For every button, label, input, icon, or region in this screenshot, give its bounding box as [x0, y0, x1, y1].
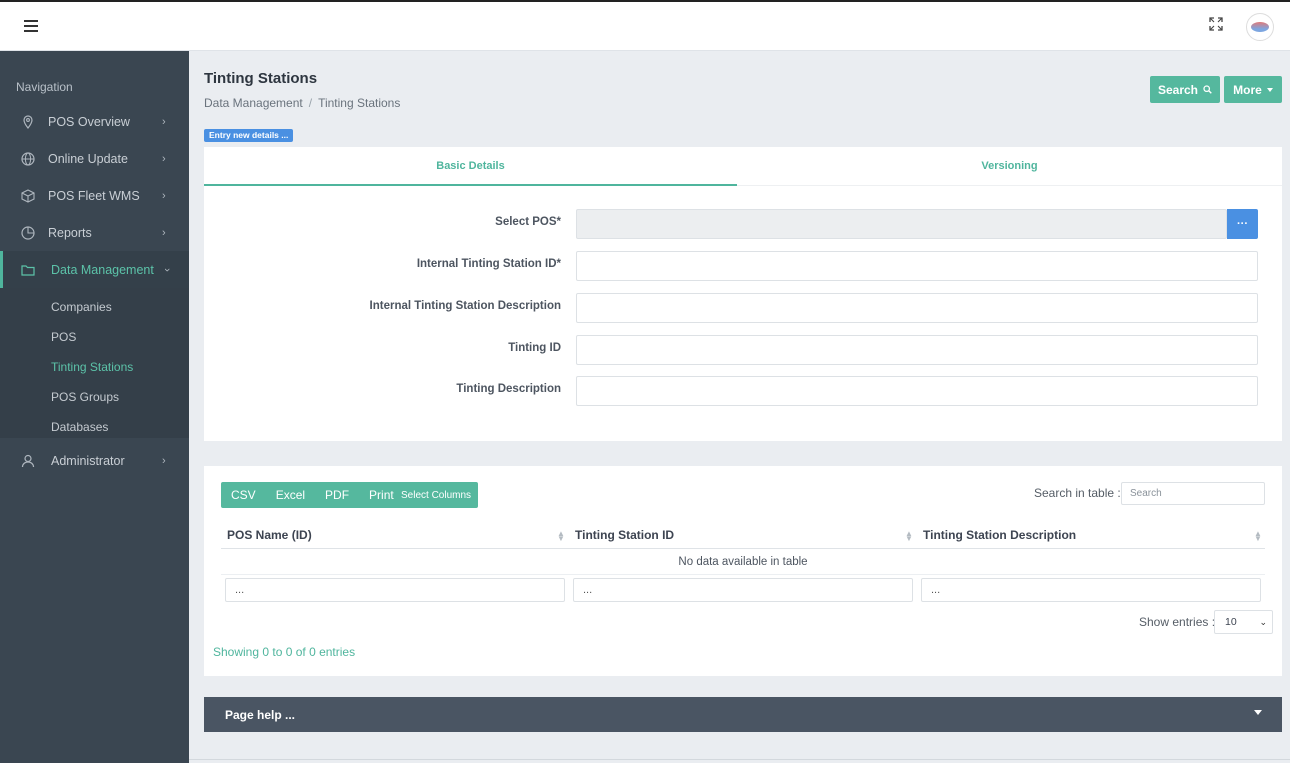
csv-button[interactable]: CSV	[221, 482, 266, 508]
form-card: Basic Details Versioning Select POS* ···…	[204, 147, 1282, 441]
sort-icon[interactable]: ▲ ▼	[1254, 530, 1262, 543]
breadcrumb-item: Tinting Stations	[318, 96, 401, 110]
internal-tinting-station-description-input[interactable]	[576, 293, 1258, 323]
caret-down-icon	[1254, 710, 1262, 715]
avatar[interactable]	[1246, 13, 1274, 41]
field-label: Tinting ID	[508, 342, 561, 354]
chevron-right-icon: ›	[162, 152, 166, 165]
hamburger-icon[interactable]	[24, 20, 38, 32]
field-label: Internal Tinting Station Description	[369, 300, 561, 312]
table-search-label: Search in table :	[1034, 486, 1121, 500]
page-help-panel[interactable]: Page help ...	[204, 697, 1282, 732]
column-header-tinting-station-description[interactable]: Tinting Station Description	[923, 528, 1076, 542]
empty-table-message: No data available in table	[678, 556, 808, 568]
header-divider	[221, 548, 1265, 549]
sort-icon[interactable]: ▲ ▼	[557, 530, 565, 543]
pdf-button[interactable]: PDF	[315, 482, 360, 508]
excel-button[interactable]: Excel	[265, 482, 316, 508]
show-entries-value: 10	[1225, 616, 1237, 628]
box-icon	[21, 188, 35, 203]
user-icon	[21, 454, 35, 468]
field-label: Tinting Description	[456, 383, 561, 395]
chevron-right-icon: ›	[162, 226, 166, 239]
row-divider	[221, 574, 1265, 575]
top-bar	[0, 0, 1290, 51]
filter-tinting-station-id-input[interactable]: ...	[573, 578, 913, 602]
search-button[interactable]: Search	[1150, 76, 1220, 103]
table-card: CSV Excel PDF Print Select Columns Searc…	[204, 466, 1282, 676]
nav-title: Navigation	[16, 80, 73, 94]
chevron-right-icon: ›	[162, 454, 166, 467]
sidebar-item-label: POS Fleet WMS	[48, 188, 140, 203]
chevron-right-icon: ›	[162, 189, 166, 202]
field-label: Internal Tinting Station ID*	[416, 258, 561, 270]
sidebar-item-label: Reports	[48, 225, 92, 240]
sidebar-subitem-companies[interactable]: Companies	[51, 300, 112, 314]
export-button-group: CSV Excel PDF Print	[221, 482, 404, 508]
column-header-tinting-station-id[interactable]: Tinting Station ID	[575, 528, 674, 542]
sidebar-subitem-pos[interactable]: POS	[51, 330, 76, 344]
sidebar-submenu: Companies POS Tinting Stations POS Group…	[0, 288, 189, 438]
fullscreen-icon[interactable]	[1209, 17, 1223, 31]
filter-pos-name-input[interactable]: ...	[225, 578, 565, 602]
showing-entries-info: Showing 0 to 0 of 0 entries	[213, 645, 356, 659]
pos-picker-button[interactable]: ···	[1227, 209, 1258, 239]
internal-tinting-station-id-input[interactable]	[576, 251, 1258, 281]
sidebar-item-reports[interactable]: Reports ›	[0, 214, 189, 251]
sidebar-subitem-databases[interactable]: Databases	[51, 420, 108, 434]
select-pos-field[interactable]	[576, 209, 1227, 239]
footer-divider	[189, 759, 1290, 760]
globe-icon	[21, 151, 35, 166]
sidebar-item-online-update[interactable]: Online Update ›	[0, 140, 189, 177]
sidebar-item-label: Administrator	[51, 453, 125, 468]
show-entries-label: Show entries :	[1139, 615, 1216, 629]
pie-chart-icon	[21, 225, 35, 240]
breadcrumb-item[interactable]: Data Management	[204, 96, 303, 110]
tinting-description-input[interactable]	[576, 376, 1258, 406]
sidebar-item-label: Online Update	[48, 151, 128, 166]
map-pin-icon	[21, 114, 35, 129]
folder-icon	[21, 263, 35, 277]
field-label: Select POS*	[495, 216, 561, 228]
breadcrumb-separator: /	[308, 96, 313, 110]
sidebar-item-pos-fleet-wms[interactable]: POS Fleet WMS ›	[0, 177, 189, 214]
sidebar: Navigation POS Overview › Online Update …	[0, 51, 189, 763]
search-icon	[1203, 85, 1212, 94]
more-button[interactable]: More	[1224, 76, 1282, 103]
sidebar-item-label: Data Management	[51, 262, 154, 277]
tinting-id-input[interactable]	[576, 335, 1258, 365]
filter-tinting-station-description-input[interactable]: ...	[921, 578, 1261, 602]
sidebar-item-data-management[interactable]: Data Management ›	[0, 251, 189, 288]
sidebar-item-label: POS Overview	[48, 114, 130, 129]
page-help-title: Page help ...	[225, 708, 296, 722]
sidebar-subitem-pos-groups[interactable]: POS Groups	[51, 390, 119, 404]
sidebar-subitem-tinting-stations[interactable]: Tinting Stations	[51, 360, 133, 374]
show-entries-select[interactable]: 10 ⌄	[1214, 610, 1273, 634]
sidebar-item-administrator[interactable]: Administrator ›	[0, 442, 189, 479]
search-button-label: Search	[1157, 82, 1199, 97]
sidebar-item-pos-overview[interactable]: POS Overview ›	[0, 103, 189, 140]
entry-badge: Entry new details ...	[204, 129, 294, 142]
column-header-pos-name[interactable]: POS Name (ID)	[227, 528, 312, 542]
select-columns-button[interactable]: Select Columns	[394, 482, 479, 508]
table-search-input[interactable]: Search	[1121, 482, 1265, 505]
chevron-down-icon: ⌄	[1259, 616, 1267, 627]
chevron-down-icon: ›	[160, 267, 173, 272]
tab-versioning[interactable]: Versioning	[737, 147, 1282, 186]
chevron-right-icon: ›	[162, 115, 166, 128]
page-title: Tinting Stations	[204, 70, 318, 87]
more-button-label: More	[1233, 82, 1262, 97]
breadcrumb: Data Management / Tinting Stations	[204, 96, 400, 110]
caret-down-icon	[1266, 87, 1273, 92]
tab-basic-details[interactable]: Basic Details	[204, 147, 737, 186]
sort-icon[interactable]: ▲ ▼	[905, 530, 913, 543]
